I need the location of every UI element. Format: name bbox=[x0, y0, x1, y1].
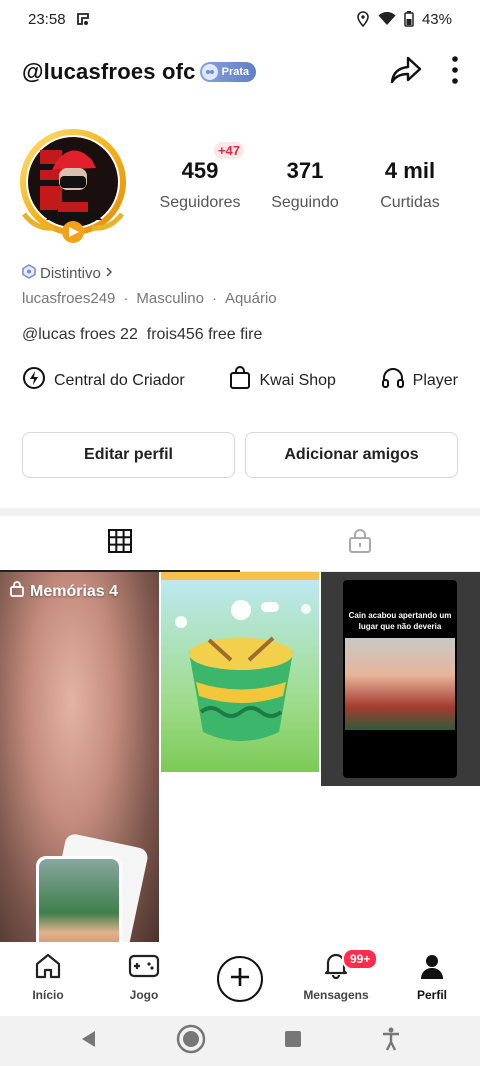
bolt-icon bbox=[22, 366, 46, 395]
home-button-icon[interactable] bbox=[176, 1024, 206, 1059]
nav-game-label: Jogo bbox=[129, 988, 159, 1002]
meta-separator: · bbox=[123, 290, 129, 307]
back-icon[interactable] bbox=[79, 1029, 97, 1054]
create-post-button[interactable] bbox=[217, 956, 263, 1002]
profile-meta: lucasfroes249 · Masculino · Aquário bbox=[22, 290, 277, 307]
nav-profile[interactable]: Perfil bbox=[384, 942, 480, 1016]
badge-label: Prata bbox=[221, 66, 250, 78]
bottom-navigation: Início Jogo 99+ Mensagens Perfil bbox=[0, 942, 480, 1016]
tab-posts-grid[interactable] bbox=[0, 516, 240, 572]
likes-count: 4 mil bbox=[384, 158, 436, 183]
video-thumbnail-story[interactable]: Cain acabou apertando um lugar que não d… bbox=[321, 572, 480, 786]
story-caption: Cain acabou apertando um lugar que não d… bbox=[348, 611, 452, 631]
recents-icon[interactable] bbox=[284, 1030, 302, 1053]
stat-likes[interactable]: 4 mil Curtidas bbox=[360, 158, 460, 212]
new-followers-badge: +47 bbox=[213, 142, 244, 159]
status-bar: 23:58 43% bbox=[0, 0, 480, 38]
avatar[interactable] bbox=[18, 128, 132, 246]
lock-icon bbox=[348, 528, 372, 559]
player-link[interactable]: Player bbox=[381, 367, 458, 394]
distintivo-link[interactable]: Distintivo bbox=[22, 264, 113, 283]
likes-label: Curtidas bbox=[380, 194, 440, 211]
profile-gender: Masculino bbox=[136, 290, 204, 307]
hexagon-badge-icon bbox=[22, 264, 36, 283]
video-thumbnail-game[interactable] bbox=[161, 572, 319, 786]
nav-profile-label: Perfil bbox=[416, 988, 447, 1002]
accessibility-icon[interactable] bbox=[381, 1027, 401, 1056]
level-badge[interactable]: Prata bbox=[199, 62, 257, 82]
add-friends-button[interactable]: Adicionar amigos bbox=[245, 432, 458, 478]
following-count: 371 bbox=[286, 158, 324, 183]
nav-home[interactable]: Início bbox=[0, 942, 96, 1016]
kwai-shop-label: Kwai Shop bbox=[259, 371, 336, 389]
system-navigation-bar bbox=[0, 1016, 480, 1066]
stat-followers[interactable]: +47 459 Seguidores bbox=[150, 142, 250, 212]
story-image bbox=[345, 638, 455, 730]
battery-icon bbox=[404, 11, 414, 27]
profile-bio: @lucas froes 22 frois456 free fire bbox=[22, 326, 263, 343]
share-icon[interactable] bbox=[390, 55, 422, 90]
followers-label: Seguidores bbox=[159, 194, 241, 211]
content-grid: Memórias 4 Cain acabou apertando um luga… bbox=[0, 572, 480, 942]
shopping-bag-icon bbox=[229, 366, 251, 395]
meta-separator: · bbox=[211, 290, 217, 307]
home-icon bbox=[34, 953, 62, 984]
followers-count: 459 bbox=[181, 158, 219, 183]
profile-handle: lucasfroes249 bbox=[22, 290, 116, 307]
person-icon bbox=[419, 953, 445, 984]
memories-tile[interactable]: Memórias 4 bbox=[0, 572, 159, 942]
memories-header: Memórias 4 bbox=[10, 581, 118, 602]
grid-icon bbox=[107, 528, 133, 559]
page-title: @lucasfroes ofc bbox=[22, 59, 196, 84]
more-options-icon[interactable] bbox=[452, 55, 458, 89]
drum-game-image bbox=[175, 600, 311, 741]
gamepad-icon bbox=[128, 953, 160, 984]
quick-links: Central do Criador Kwai Shop Player bbox=[22, 366, 458, 395]
memories-label: Memórias 4 bbox=[30, 582, 119, 600]
edit-profile-button[interactable]: Editar perfil bbox=[22, 432, 235, 478]
following-label: Seguindo bbox=[271, 194, 339, 211]
chevron-right-icon bbox=[105, 265, 113, 282]
player-label: Player bbox=[412, 371, 458, 389]
kwai-shop-link[interactable]: Kwai Shop bbox=[229, 366, 336, 395]
app-notification-icon bbox=[76, 11, 90, 27]
badge-icon bbox=[201, 64, 218, 80]
section-divider bbox=[0, 508, 480, 516]
creator-center-link[interactable]: Central do Criador bbox=[22, 366, 185, 395]
lock-icon bbox=[10, 581, 24, 602]
nav-game[interactable]: Jogo bbox=[96, 942, 192, 1016]
messages-badge: 99+ bbox=[342, 948, 379, 970]
profile-header: @lucasfroes ofc Prata bbox=[0, 48, 480, 96]
profile-sign: Aquário bbox=[224, 290, 277, 307]
profile-actions: Editar perfil Adicionar amigos bbox=[22, 432, 458, 478]
wifi-icon bbox=[378, 12, 396, 26]
location-icon bbox=[356, 11, 370, 27]
creator-center-label: Central do Criador bbox=[54, 371, 185, 389]
plus-icon bbox=[229, 966, 251, 993]
headphones-icon bbox=[381, 367, 405, 394]
distintivo-label: Distintivo bbox=[40, 265, 101, 282]
stat-following[interactable]: 371 Seguindo bbox=[255, 158, 355, 212]
content-tabs bbox=[0, 516, 480, 572]
nav-messages-label: Mensagens bbox=[303, 988, 369, 1002]
nav-home-label: Início bbox=[32, 988, 64, 1002]
battery-percent: 43% bbox=[421, 10, 452, 28]
tab-private[interactable] bbox=[240, 516, 480, 571]
memory-card-front bbox=[36, 856, 122, 942]
status-time: 23:58 bbox=[28, 10, 66, 28]
nav-create[interactable] bbox=[192, 942, 288, 1016]
nav-messages[interactable]: 99+ Mensagens bbox=[288, 942, 384, 1016]
profile-stats: +47 459 Seguidores 371 Seguindo 4 mil Cu… bbox=[150, 142, 460, 212]
